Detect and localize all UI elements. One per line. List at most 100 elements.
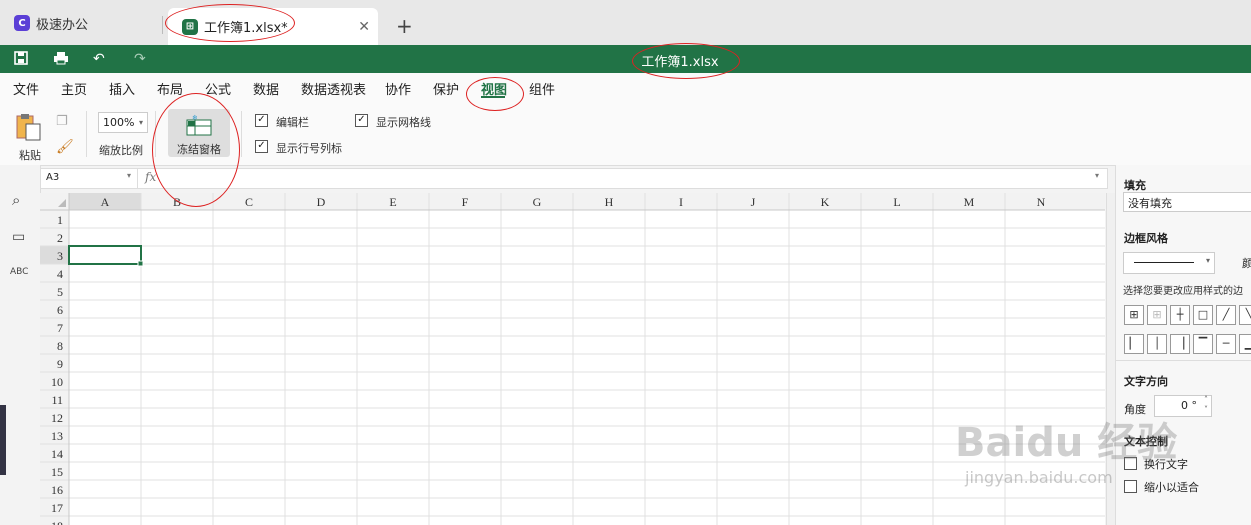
row-header[interactable]: 17 — [51, 501, 63, 515]
row-header[interactable]: 6 — [57, 303, 63, 317]
left-border-icon[interactable]: ▏ — [1124, 334, 1144, 354]
row-header[interactable]: 16 — [51, 483, 63, 497]
horizontal-center-border-icon[interactable]: ─ — [1216, 334, 1236, 354]
paste-icon[interactable] — [14, 112, 44, 142]
menu-file[interactable]: 文件 — [13, 79, 39, 98]
chevron-down-icon[interactable]: ▾ — [1095, 171, 1099, 180]
format-painter-icon[interactable]: 🖌 — [56, 139, 74, 155]
column-header[interactable]: K — [821, 195, 830, 209]
copy-icon[interactable]: ❐ — [56, 114, 68, 129]
column-header[interactable]: D — [317, 195, 326, 209]
title-bar: ↶ ↷ 工作簿1.xlsx — [0, 45, 1251, 73]
row-header[interactable]: 4 — [57, 267, 63, 281]
divider — [241, 111, 242, 157]
row-header[interactable]: 9 — [57, 357, 63, 371]
row-header[interactable]: 5 — [57, 285, 63, 299]
inside-borders-icon[interactable]: ┼ — [1170, 305, 1190, 325]
column-header[interactable]: C — [245, 195, 253, 209]
chevron-down-icon: ▾ — [127, 171, 132, 180]
menu-collaborate[interactable]: 协作 — [385, 79, 411, 98]
row-header[interactable]: 15 — [51, 465, 63, 479]
menu-data[interactable]: 数据 — [253, 79, 279, 98]
border-style-title: 边框风格 — [1124, 232, 1168, 245]
shrink-to-fit-label: 缩小以适合 — [1144, 481, 1199, 494]
diagonal-up-icon[interactable]: ╱ — [1216, 305, 1236, 325]
watermark-url: jingyan.baidu.com — [965, 468, 1113, 487]
row-header[interactable]: 3 — [57, 249, 63, 263]
column-header[interactable]: M — [964, 195, 975, 209]
column-header[interactable]: N — [1037, 195, 1046, 209]
shrink-to-fit-checkbox[interactable] — [1124, 480, 1137, 493]
watermark-logo: Baidu 经验 — [955, 420, 1178, 466]
vertical-center-border-icon[interactable]: │ — [1147, 334, 1167, 354]
spellcheck-icon[interactable]: ABC — [10, 267, 28, 277]
column-header[interactable]: G — [533, 195, 542, 209]
row-header[interactable]: 1 — [57, 213, 63, 227]
new-tab-button[interactable]: + — [396, 14, 413, 38]
spreadsheet-grid[interactable]: ABCDEFGHIJKLMN12345678910111213141516171… — [40, 193, 1105, 525]
formula-input[interactable] — [165, 171, 1095, 187]
column-header[interactable]: L — [893, 195, 900, 209]
menu-protect[interactable]: 保护 — [433, 79, 459, 98]
top-border-icon[interactable]: ▔ — [1193, 334, 1213, 354]
save-icon[interactable] — [14, 51, 28, 69]
print-icon[interactable] — [53, 51, 69, 69]
column-header[interactable]: A — [101, 195, 110, 209]
tab-home[interactable]: C 极速办公 — [0, 8, 162, 38]
close-icon[interactable]: ✕ — [358, 19, 370, 35]
inner-borders-icon[interactable]: ⊞ — [1147, 305, 1167, 325]
redo-icon[interactable]: ↷ — [134, 51, 146, 67]
menu-home[interactable]: 主页 — [61, 79, 87, 98]
grid-canvas[interactable]: ABCDEFGHIJKLMN12345678910111213141516171… — [40, 193, 1105, 525]
row-header[interactable]: 8 — [57, 339, 63, 353]
row-header[interactable]: 14 — [51, 447, 63, 461]
menu-insert[interactable]: 插入 — [109, 79, 135, 98]
line-style-preview — [1134, 262, 1194, 263]
border-style-select[interactable]: ▾ — [1123, 252, 1215, 274]
chevron-down-icon[interactable]: ˅ — [1204, 405, 1208, 414]
scroll-handle[interactable] — [0, 405, 6, 475]
fill-value: 没有填充 — [1128, 197, 1172, 210]
column-header[interactable]: H — [605, 195, 614, 209]
show-headings-label: 显示行号列标 — [276, 142, 342, 155]
column-header[interactable]: E — [389, 195, 396, 209]
fill-select[interactable]: 没有填充 — [1123, 192, 1251, 212]
annotation-circle-freeze — [152, 93, 240, 207]
undo-icon[interactable]: ↶ — [93, 51, 105, 67]
formula-bar-label: 编辑栏 — [276, 116, 309, 129]
right-border-icon[interactable]: ▕ — [1170, 334, 1190, 354]
zoom-select[interactable]: 100% ▾ — [98, 112, 148, 133]
chevron-up-icon[interactable]: ˄ — [1204, 395, 1208, 404]
name-box[interactable]: A3 ▾ — [41, 169, 138, 188]
divider — [1116, 360, 1251, 361]
menu-components[interactable]: 组件 — [529, 79, 555, 98]
comment-icon[interactable]: ▭ — [12, 229, 25, 245]
tab-label: 极速办公 — [36, 17, 89, 33]
column-header[interactable]: F — [462, 195, 469, 209]
column-header[interactable]: I — [679, 195, 683, 209]
show-headings-checkbox[interactable]: ✓ — [255, 140, 268, 153]
menu-pivot-table[interactable]: 数据透视表 — [301, 79, 366, 98]
row-header[interactable]: 2 — [57, 231, 63, 245]
row-header[interactable]: 7 — [57, 321, 63, 335]
row-header[interactable]: 18 — [51, 519, 63, 525]
show-gridlines-label: 显示网格线 — [376, 116, 431, 129]
annotation-circle-tab — [165, 4, 295, 42]
outside-borders-icon[interactable]: □ — [1193, 305, 1213, 325]
selected-cell[interactable] — [68, 245, 142, 265]
diagonal-down-icon[interactable]: ╲ — [1239, 305, 1251, 325]
row-header[interactable]: 12 — [51, 411, 63, 425]
formula-bar-checkbox[interactable]: ✓ — [255, 114, 268, 127]
all-borders-icon[interactable]: ⊞ — [1124, 305, 1144, 325]
menu-layout[interactable]: 布局 — [157, 79, 183, 98]
row-header[interactable]: 13 — [51, 429, 63, 443]
row-header[interactable]: 10 — [51, 375, 63, 389]
chevron-down-icon: ▾ — [1205, 256, 1210, 265]
show-gridlines-checkbox[interactable]: ✓ — [355, 114, 368, 127]
row-header[interactable]: 11 — [51, 393, 63, 407]
bottom-border-icon[interactable]: ▁ — [1239, 334, 1251, 354]
fill-title: 填充 — [1124, 179, 1146, 192]
fill-handle[interactable] — [137, 260, 144, 267]
search-icon[interactable]: ⌕ — [12, 191, 20, 209]
column-header[interactable]: J — [751, 195, 756, 209]
